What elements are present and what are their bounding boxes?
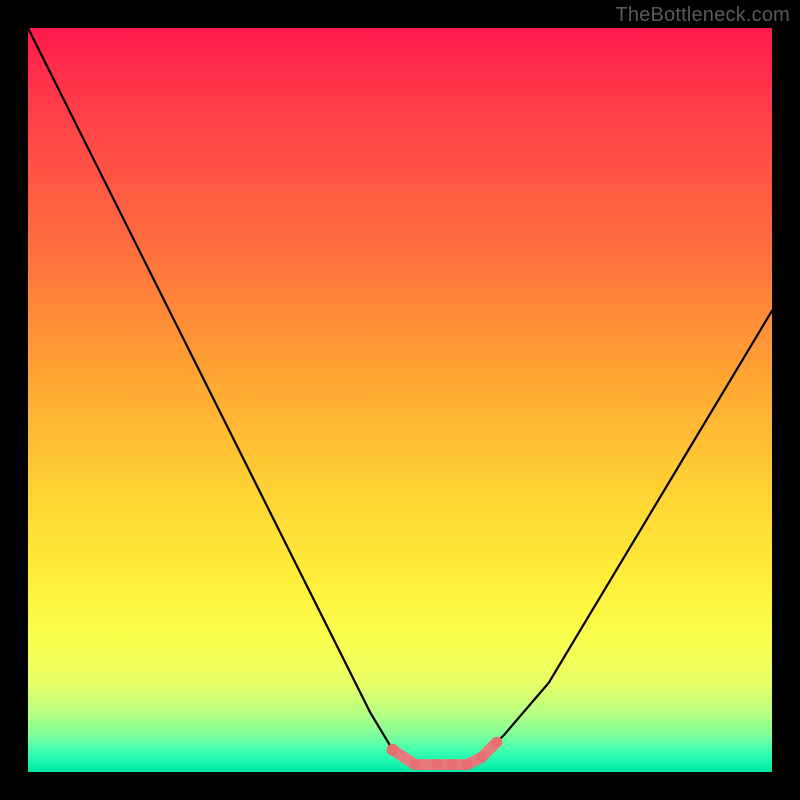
accent-dot <box>447 759 458 770</box>
accent-dot <box>462 759 473 770</box>
accent-dots-group <box>387 737 503 770</box>
accent-dot <box>387 744 399 756</box>
chart-frame: TheBottleneck.com <box>0 0 800 800</box>
accent-dot <box>432 759 443 770</box>
plot-area <box>28 28 772 772</box>
watermark-text: TheBottleneck.com <box>615 4 790 27</box>
curve-path <box>28 28 772 765</box>
accent-dot <box>476 752 487 763</box>
accent-dot <box>409 759 420 770</box>
bottleneck-curve <box>28 28 772 772</box>
accent-dot <box>491 737 502 748</box>
